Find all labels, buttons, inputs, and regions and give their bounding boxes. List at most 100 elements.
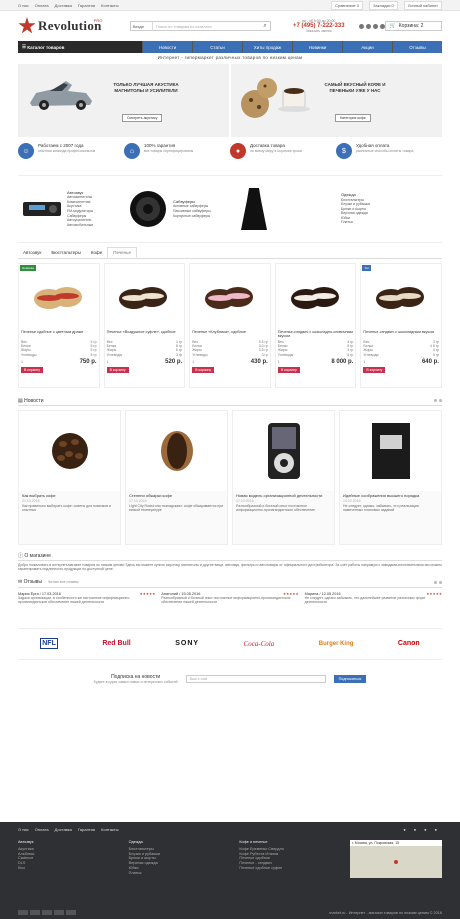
vk-icon[interactable] xyxy=(358,23,364,29)
banner-coffee-button[interactable]: Категория кофе xyxy=(335,114,371,122)
product-card[interactable]: Хит Печенье-сэндвич с шоколадным вкусом Ве… xyxy=(360,263,442,388)
footer-column-title[interactable]: Кофе и печенье xyxy=(239,840,342,845)
category-subwoofers[interactable]: Сабвуферы Активные сабвуферы Пассивные с… xyxy=(124,176,230,242)
quantity-stepper[interactable]: 1 xyxy=(21,360,23,364)
logo[interactable]: Revolution PRO xyxy=(18,17,123,35)
category-link[interactable]: Корпусные сабвуферы xyxy=(173,214,211,219)
subscribe-button[interactable]: Подписаться xyxy=(333,674,367,683)
nav-sales[interactable]: Акции xyxy=(342,41,392,53)
category-link[interactable]: Платья xyxy=(341,220,370,225)
search-input[interactable]: Поиск по товарам из каталога xyxy=(153,24,260,29)
category-dress[interactable] xyxy=(230,176,336,242)
brand-logo[interactable]: Burger King xyxy=(319,641,354,647)
top-link-delivery[interactable]: Доставка xyxy=(55,3,72,8)
brand-logo[interactable]: SONY xyxy=(175,640,199,647)
callback-link[interactable]: Заказать звонок xyxy=(283,29,355,33)
email-field[interactable]: Ваш e-mail xyxy=(185,674,326,683)
nav-new[interactable]: Новинки xyxy=(292,41,342,53)
quantity-stepper[interactable]: 1 xyxy=(278,360,280,364)
vk-icon[interactable]: ● xyxy=(403,827,405,832)
footer-column-title[interactable]: Одежда xyxy=(129,840,232,845)
quantity-stepper[interactable]: 1 xyxy=(363,360,365,364)
slider-dots[interactable] xyxy=(434,399,442,402)
product-image[interactable] xyxy=(278,266,354,328)
add-to-cart-button[interactable]: В корзину xyxy=(21,366,43,373)
category-clothing[interactable]: Одежда Бюстгальтеры Блузки и рубашки Брю… xyxy=(336,176,442,242)
add-to-cart-button[interactable]: В корзину xyxy=(192,366,215,373)
category-link[interactable]: Автомобильные xyxy=(67,223,93,228)
news-title[interactable]: Степени обжарки кофе xyxy=(126,491,227,498)
top-link-contacts[interactable]: Контакты xyxy=(101,3,118,8)
brand-logo[interactable]: NFL xyxy=(40,638,58,650)
news-title[interactable]: Идейные соображения высшего порядка xyxy=(340,491,441,498)
cart-button[interactable]: 🛒 Корзина: 2 xyxy=(384,21,442,31)
catalog-menu-button[interactable]: ☰ Каталог товаров xyxy=(18,41,142,53)
quantity-stepper[interactable]: 1 xyxy=(107,360,109,364)
quantity-stepper[interactable]: 1 xyxy=(192,360,194,364)
footer-link[interactable]: Платья xyxy=(129,871,232,876)
bookmarks-button[interactable]: Закладки 0 xyxy=(369,0,398,10)
product-name[interactable]: Печенье-сэндвич с шоколадным вкусом xyxy=(363,330,439,340)
nav-reviews[interactable]: Отзывы xyxy=(392,41,442,53)
news-card[interactable]: Степени обжарки кофе 17.10.2016 Light City… xyxy=(125,410,228,545)
banner-acoustics-button[interactable]: Смотреть акустику xyxy=(122,114,163,122)
top-link-payment[interactable]: Оплата xyxy=(35,3,49,8)
news-image[interactable] xyxy=(19,411,120,491)
news-image[interactable] xyxy=(233,411,334,491)
product-image[interactable] xyxy=(21,266,97,328)
product-name[interactable]: Печенье «Воздушное суфле», сдобное xyxy=(107,330,183,340)
account-button[interactable]: Личный кабинет xyxy=(403,0,442,10)
news-image[interactable] xyxy=(340,411,441,491)
brand-logo[interactable]: Red Bull xyxy=(102,640,130,647)
news-title[interactable]: Как выбрать кофе xyxy=(19,491,120,498)
nav-bestsellers[interactable]: Хиты продаж xyxy=(242,41,292,53)
product-name[interactable]: Печенье сдобное с цветным драже xyxy=(21,330,97,340)
footer-column-title[interactable]: Автозвук xyxy=(18,840,121,845)
category-car-audio[interactable]: Автозвук Автомагнитолы Компонентная Акус… xyxy=(18,176,124,242)
product-image[interactable] xyxy=(363,266,439,328)
search-icon[interactable]: ⌕ xyxy=(260,22,270,30)
tab-cookies[interactable]: Печенье xyxy=(107,247,138,258)
brand-logo[interactable]: Coca-Cola xyxy=(244,640,275,648)
news-image[interactable] xyxy=(126,411,227,491)
product-image[interactable] xyxy=(107,266,183,328)
footer-link[interactable]: О нас xyxy=(18,827,29,832)
all-reviews-link[interactable]: Читать все отзывы xyxy=(48,580,79,584)
add-to-cart-button[interactable]: В корзину xyxy=(277,366,300,373)
category-link[interactable]: FM-модуляторы xyxy=(67,209,93,214)
twitter-icon[interactable]: ● xyxy=(424,827,426,832)
category-link[interactable]: Пассивные сабвуферы xyxy=(173,209,211,214)
product-name[interactable]: Печенье-сэндвич с шоколадно-сливочным вк… xyxy=(278,330,354,340)
twitter-icon[interactable] xyxy=(372,23,378,29)
footer-link[interactable]: Гарантия xyxy=(78,827,95,832)
add-to-cart-button[interactable]: В корзину xyxy=(106,366,129,373)
news-card[interactable]: Идейные соображения высшего порядка 14.10… xyxy=(339,410,442,545)
product-card[interactable]: Печенье «Клубника», сдобное Вес 3.5 гр Белк… xyxy=(189,263,271,388)
banner-acoustics[interactable]: ТОЛЬКО ЛУЧШАЯ АКУСТИКА МАГНИТОЛЫ И УСИЛИ… xyxy=(18,64,229,137)
top-link-warranty[interactable]: Гарантия xyxy=(78,3,95,8)
product-card[interactable]: Печенье «Воздушное суфле», сдобное Вес 1 г… xyxy=(103,263,186,388)
tab-coffee[interactable]: Кофе xyxy=(86,247,107,258)
compare-button[interactable]: Сравнение 0 xyxy=(331,0,363,10)
footer-link[interactable]: Контакты xyxy=(101,827,118,832)
nav-news[interactable]: Новости xyxy=(142,41,192,53)
youtube-icon[interactable]: ● xyxy=(435,827,437,832)
tab-car-audio[interactable]: Автозвук xyxy=(18,247,46,258)
product-card[interactable]: Новинка Печенье сдобное с цветным драже Ве… xyxy=(18,263,100,388)
facebook-icon[interactable] xyxy=(365,23,371,29)
add-to-cart-button[interactable]: В корзину xyxy=(363,366,386,373)
product-image[interactable] xyxy=(192,266,268,328)
news-title[interactable]: Новая модель организационной деятельност… xyxy=(233,491,334,498)
footer-link[interactable]: Печенье сдобное суфле xyxy=(239,866,342,871)
map-widget[interactable]: г. Москва, ул. Покровская, 15 xyxy=(350,840,443,878)
banner-coffee[interactable]: САМЫЙ ВКУСНЫЙ КОФЕ И ПЕЧЕНЬКИ УЖЕ У НАС … xyxy=(231,64,442,137)
footer-link[interactable]: Kicx xyxy=(18,866,121,871)
slider-dots[interactable] xyxy=(434,580,442,584)
product-card[interactable]: Печенье-сэндвич с шоколадно-сливочным вк… xyxy=(274,263,357,388)
footer-link[interactable]: Оплата xyxy=(35,827,49,832)
news-card[interactable]: Новая модель организационной деятельност… xyxy=(232,410,335,545)
footer-link[interactable]: Доставка xyxy=(55,827,72,832)
tab-bras[interactable]: Бюстгальтеры xyxy=(46,247,86,258)
search-scope-select[interactable]: Везде xyxy=(131,22,153,30)
nav-articles[interactable]: Статьи xyxy=(192,41,242,53)
